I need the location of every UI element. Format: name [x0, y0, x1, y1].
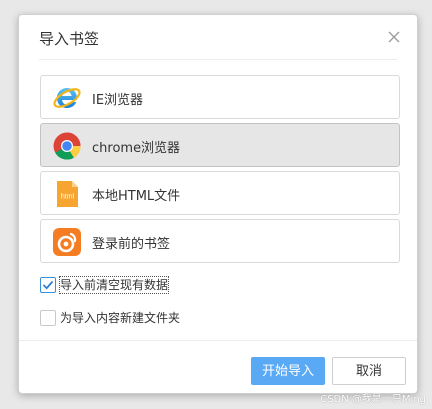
- title-divider: [39, 59, 397, 60]
- option-chrome-browser[interactable]: chrome浏览器: [40, 123, 400, 167]
- checkmark-icon: [42, 280, 54, 290]
- close-button[interactable]: [387, 29, 401, 43]
- option-login-bookmarks[interactable]: 登录前的书签: [40, 219, 400, 263]
- clear-existing-data-checkbox[interactable]: [40, 277, 56, 293]
- import-source-list: IE浏览器 chrome浏览器 html 本地HTML文件 登录前的书签: [40, 75, 400, 267]
- html-icon-text: html: [61, 194, 75, 201]
- ie-browser-icon: [52, 83, 82, 113]
- close-icon: [388, 31, 400, 43]
- uc-browser-icon: [52, 227, 82, 257]
- import-bookmarks-dialog: 导入书签 IE浏览器 chrome浏览器 html 本地HTML文件 登录前的书…: [18, 14, 418, 394]
- option-ie-browser[interactable]: IE浏览器: [40, 75, 400, 119]
- option-label: chrome浏览器: [92, 141, 181, 156]
- footer-divider: [19, 340, 417, 341]
- cancel-button[interactable]: 取消: [332, 357, 406, 385]
- option-label: IE浏览器: [92, 93, 144, 108]
- html-file-icon: html: [52, 179, 82, 209]
- new-folder-checkbox[interactable]: [40, 310, 56, 326]
- option-label: 本地HTML文件: [92, 189, 181, 204]
- option-label: 登录前的书签: [92, 237, 171, 252]
- chrome-browser-icon: [52, 131, 82, 161]
- checkbox-label: 导入前清空现有数据: [58, 276, 170, 294]
- watermark: CSDN @我是一只Ming: [320, 394, 426, 405]
- dialog-title: 导入书签: [39, 30, 100, 48]
- option-local-html-file[interactable]: html 本地HTML文件: [40, 171, 400, 215]
- start-import-button[interactable]: 开始导入: [251, 357, 325, 385]
- checkbox-label: 为导入内容新建文件夹: [60, 311, 181, 325]
